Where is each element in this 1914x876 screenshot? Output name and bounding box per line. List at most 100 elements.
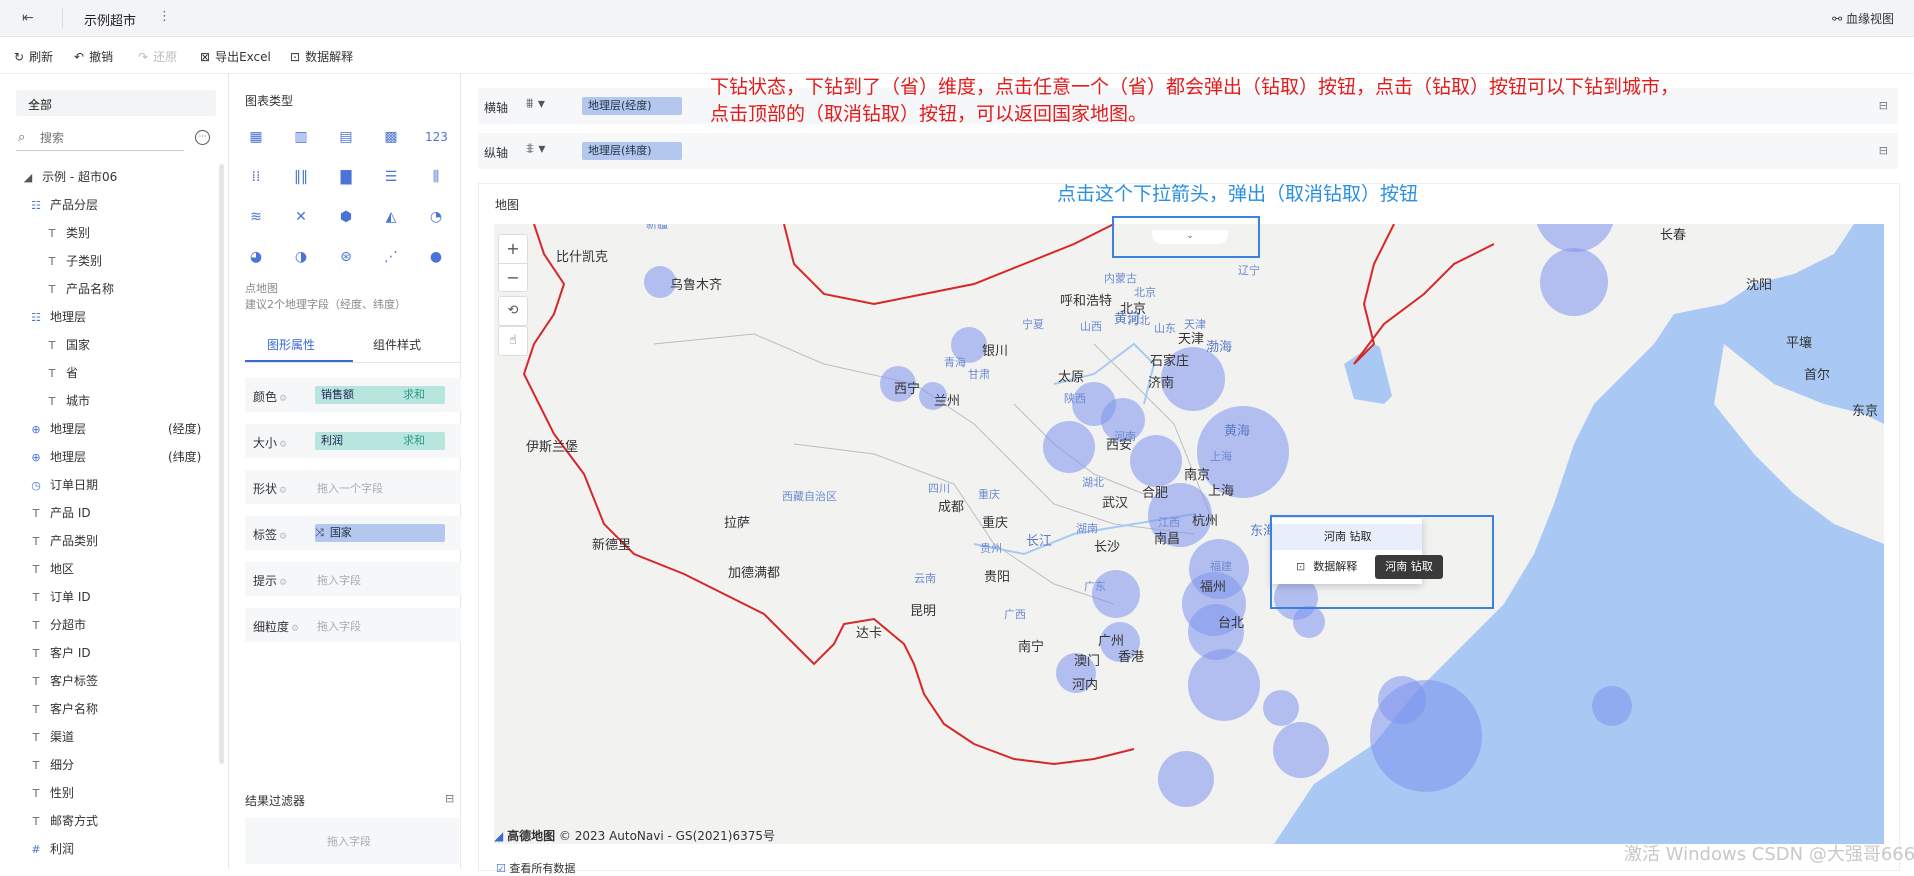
map-bubble[interactable] [1043,421,1095,473]
property-settings-icon[interactable]: ⚙ [291,624,299,634]
field-item[interactable]: ◷ 订单日期 [28,476,98,496]
chart-type-range-bar-icon[interactable]: ⫼ [425,166,447,188]
field-item[interactable]: ⊕ 地理层 (纬度) [28,448,201,468]
map-bubble[interactable] [1540,248,1608,316]
property-settings-icon[interactable]: ⚙ [279,440,287,450]
property-row[interactable]: 颜色 ⚙ 销售额 求和 [245,378,461,412]
chart-type-column-icon[interactable]: ▇ [335,166,357,188]
map-canvas[interactable]: 乌鲁木齐 比什凯克 伊斯兰堡 新德里 加德满都 拉萨 西宁 兰州 银川 呼和浩特 北京 天津 石家庄 太原… [494,224,1884,844]
axis-settings-icon[interactable]: ⩩ ▾ [526,96,545,112]
field-item[interactable]: T 国家 [44,336,90,356]
field-item[interactable]: T 城市 [44,392,90,412]
field-item[interactable]: T 性别 [28,784,74,804]
field-item[interactable]: T 渠道 [28,728,74,748]
chart-type-scatter-bars-icon[interactable]: ⁞⁞ [245,166,267,188]
chart-type-multi-bar-icon[interactable]: ‖‖ [290,166,312,188]
property-row[interactable]: 提示 ⚙ 拖入字段 [245,562,461,596]
property-field-pill[interactable]: 利润 求和 [315,432,445,450]
chart-type-bar-icon[interactable]: ☰ [380,166,402,188]
field-item[interactable]: T 类别 [44,224,90,244]
y-axis-field-pill[interactable]: 地理层(纬度) [582,142,682,160]
field-item[interactable]: ☷ 地理层 [28,308,86,328]
field-item[interactable]: T 客户名称 [28,700,98,720]
redo-button[interactable]: ↷ 还原 [138,48,177,65]
field-item[interactable]: T 产品类别 [28,532,98,552]
field-item[interactable]: T 子类别 [44,252,102,272]
result-filter-dropzone[interactable]: 拖入字段 [245,818,459,864]
tab-component-style[interactable]: 组件样式 [373,336,421,353]
property-settings-icon[interactable]: ⚙ [279,578,287,588]
x-axis-field-pill[interactable]: 地理层(经度) [582,97,682,115]
chart-type-kpi-icon[interactable]: 123 [425,126,448,148]
chart-type-gauge-icon[interactable]: ◔ [425,206,447,228]
chart-type-table-icon[interactable]: ▦ [245,126,267,148]
chart-type-pie-icon[interactable]: ◕ [245,246,267,268]
property-row[interactable]: 形状 ⚙ 拖入一个字段 [245,470,461,504]
rotate-icon[interactable]: ⟲ [498,296,528,326]
field-item[interactable]: T 订单 ID [28,588,91,608]
y-axis-shelf[interactable]: 纵轴 ⩨ ▾ 地理层(纬度) ⊟ [478,133,1898,169]
map-bubble[interactable] [1293,606,1325,638]
field-item[interactable]: T省 [44,364,78,384]
field-item[interactable]: ◢ 示例 - 超市06 [20,168,117,188]
field-item[interactable]: T 地区 [28,560,74,580]
property-field-pill[interactable]: 销售额 求和 [315,386,445,404]
field-item[interactable]: ☷ 产品分层 [28,196,98,216]
map-bubble[interactable] [1158,751,1214,807]
lock-icon[interactable]: ⊟ [1879,144,1888,157]
chart-title: 地图 [495,198,520,212]
map-bubble[interactable] [1592,686,1632,726]
more-icon[interactable]: ··· [195,130,210,145]
field-item[interactable]: T 客户 ID [28,644,91,664]
show-all-data-checkbox[interactable]: ☑ 查看所有数据 [496,860,575,876]
more-options-icon[interactable]: ⋮ [158,9,171,24]
tab-graphic-properties[interactable]: 图形属性 [267,336,315,353]
undo-button[interactable]: ↶ 撤销 [74,48,113,65]
chart-type-hex-icon[interactable]: ⬢ [335,206,357,228]
zoom-in-icon[interactable]: + [499,235,527,264]
chart-type-scatter-icon[interactable]: ⋰ [380,246,402,268]
field-item[interactable]: T 客户标签 [28,672,98,692]
property-row[interactable]: 细粒度 ⚙ 拖入字段 [245,608,461,642]
map-bubble[interactable] [1378,676,1426,724]
map-bubble[interactable] [1273,722,1329,778]
data-explain-button[interactable]: ⊡ 数据解释 [290,48,353,65]
lineage-view-button[interactable]: ⚯ 血缘视图 [1832,10,1894,27]
refresh-button[interactable]: ↻ 刷新 [14,48,53,65]
hand-pointer-icon[interactable]: ☝ [498,326,528,356]
property-settings-icon[interactable]: ⚙ [279,532,287,542]
property-row[interactable]: 标签 ⚙ ⤨ 国家 [245,516,461,550]
map-bubble[interactable] [1130,435,1182,487]
chart-type-area-icon[interactable]: ◭ [380,206,402,228]
lock-icon[interactable]: ⊟ [1879,99,1888,112]
property-row[interactable]: 大小 ⚙ 利润 求和 [245,424,461,458]
back-icon[interactable]: ⇤ [22,10,34,26]
axis-settings-icon[interactable]: ⩨ ▾ [526,141,545,157]
export-excel-button[interactable]: ⊠ 导出Excel [200,48,271,65]
field-item[interactable]: T 产品名称 [44,280,114,300]
lock-icon[interactable]: ⊟ [445,792,454,805]
chart-type-heatmap-table-icon[interactable]: ▩ [380,126,402,148]
field-item[interactable]: T 产品 ID [28,504,91,524]
chart-type-cross-line-icon[interactable]: ✕ [290,206,312,228]
chart-type-cross-table-icon[interactable]: ▥ [290,126,312,148]
field-item[interactable]: T 邮寄方式 [28,812,98,832]
chart-type-detail-table-icon[interactable]: ▤ [335,126,357,148]
chart-type-bubble-icon[interactable]: ● [425,246,447,268]
field-item[interactable]: # 利润 [28,840,74,860]
chart-type-rose-icon[interactable]: ◑ [290,246,312,268]
map-bubble[interactable] [1188,649,1260,721]
field-panel-scrollbar[interactable] [219,164,224,764]
zoom-out-icon[interactable]: − [499,264,527,292]
chart-type-line-icon[interactable]: ≋ [245,206,267,228]
field-search-input[interactable] [38,130,182,146]
map-bubble[interactable] [1263,690,1299,726]
chart-type-radar-icon[interactable]: ⊛ [335,246,357,268]
property-settings-icon[interactable]: ⚙ [279,394,287,404]
property-field-pill[interactable]: ⤨ 国家 [315,524,445,542]
dataset-select[interactable]: 全部 ⌄ [16,90,216,116]
field-item[interactable]: T 分超市 [28,616,86,636]
field-item[interactable]: ⊕ 地理层 (经度) [28,420,201,440]
field-item[interactable]: T 细分 [28,756,74,776]
property-settings-icon[interactable]: ⚙ [279,486,287,496]
